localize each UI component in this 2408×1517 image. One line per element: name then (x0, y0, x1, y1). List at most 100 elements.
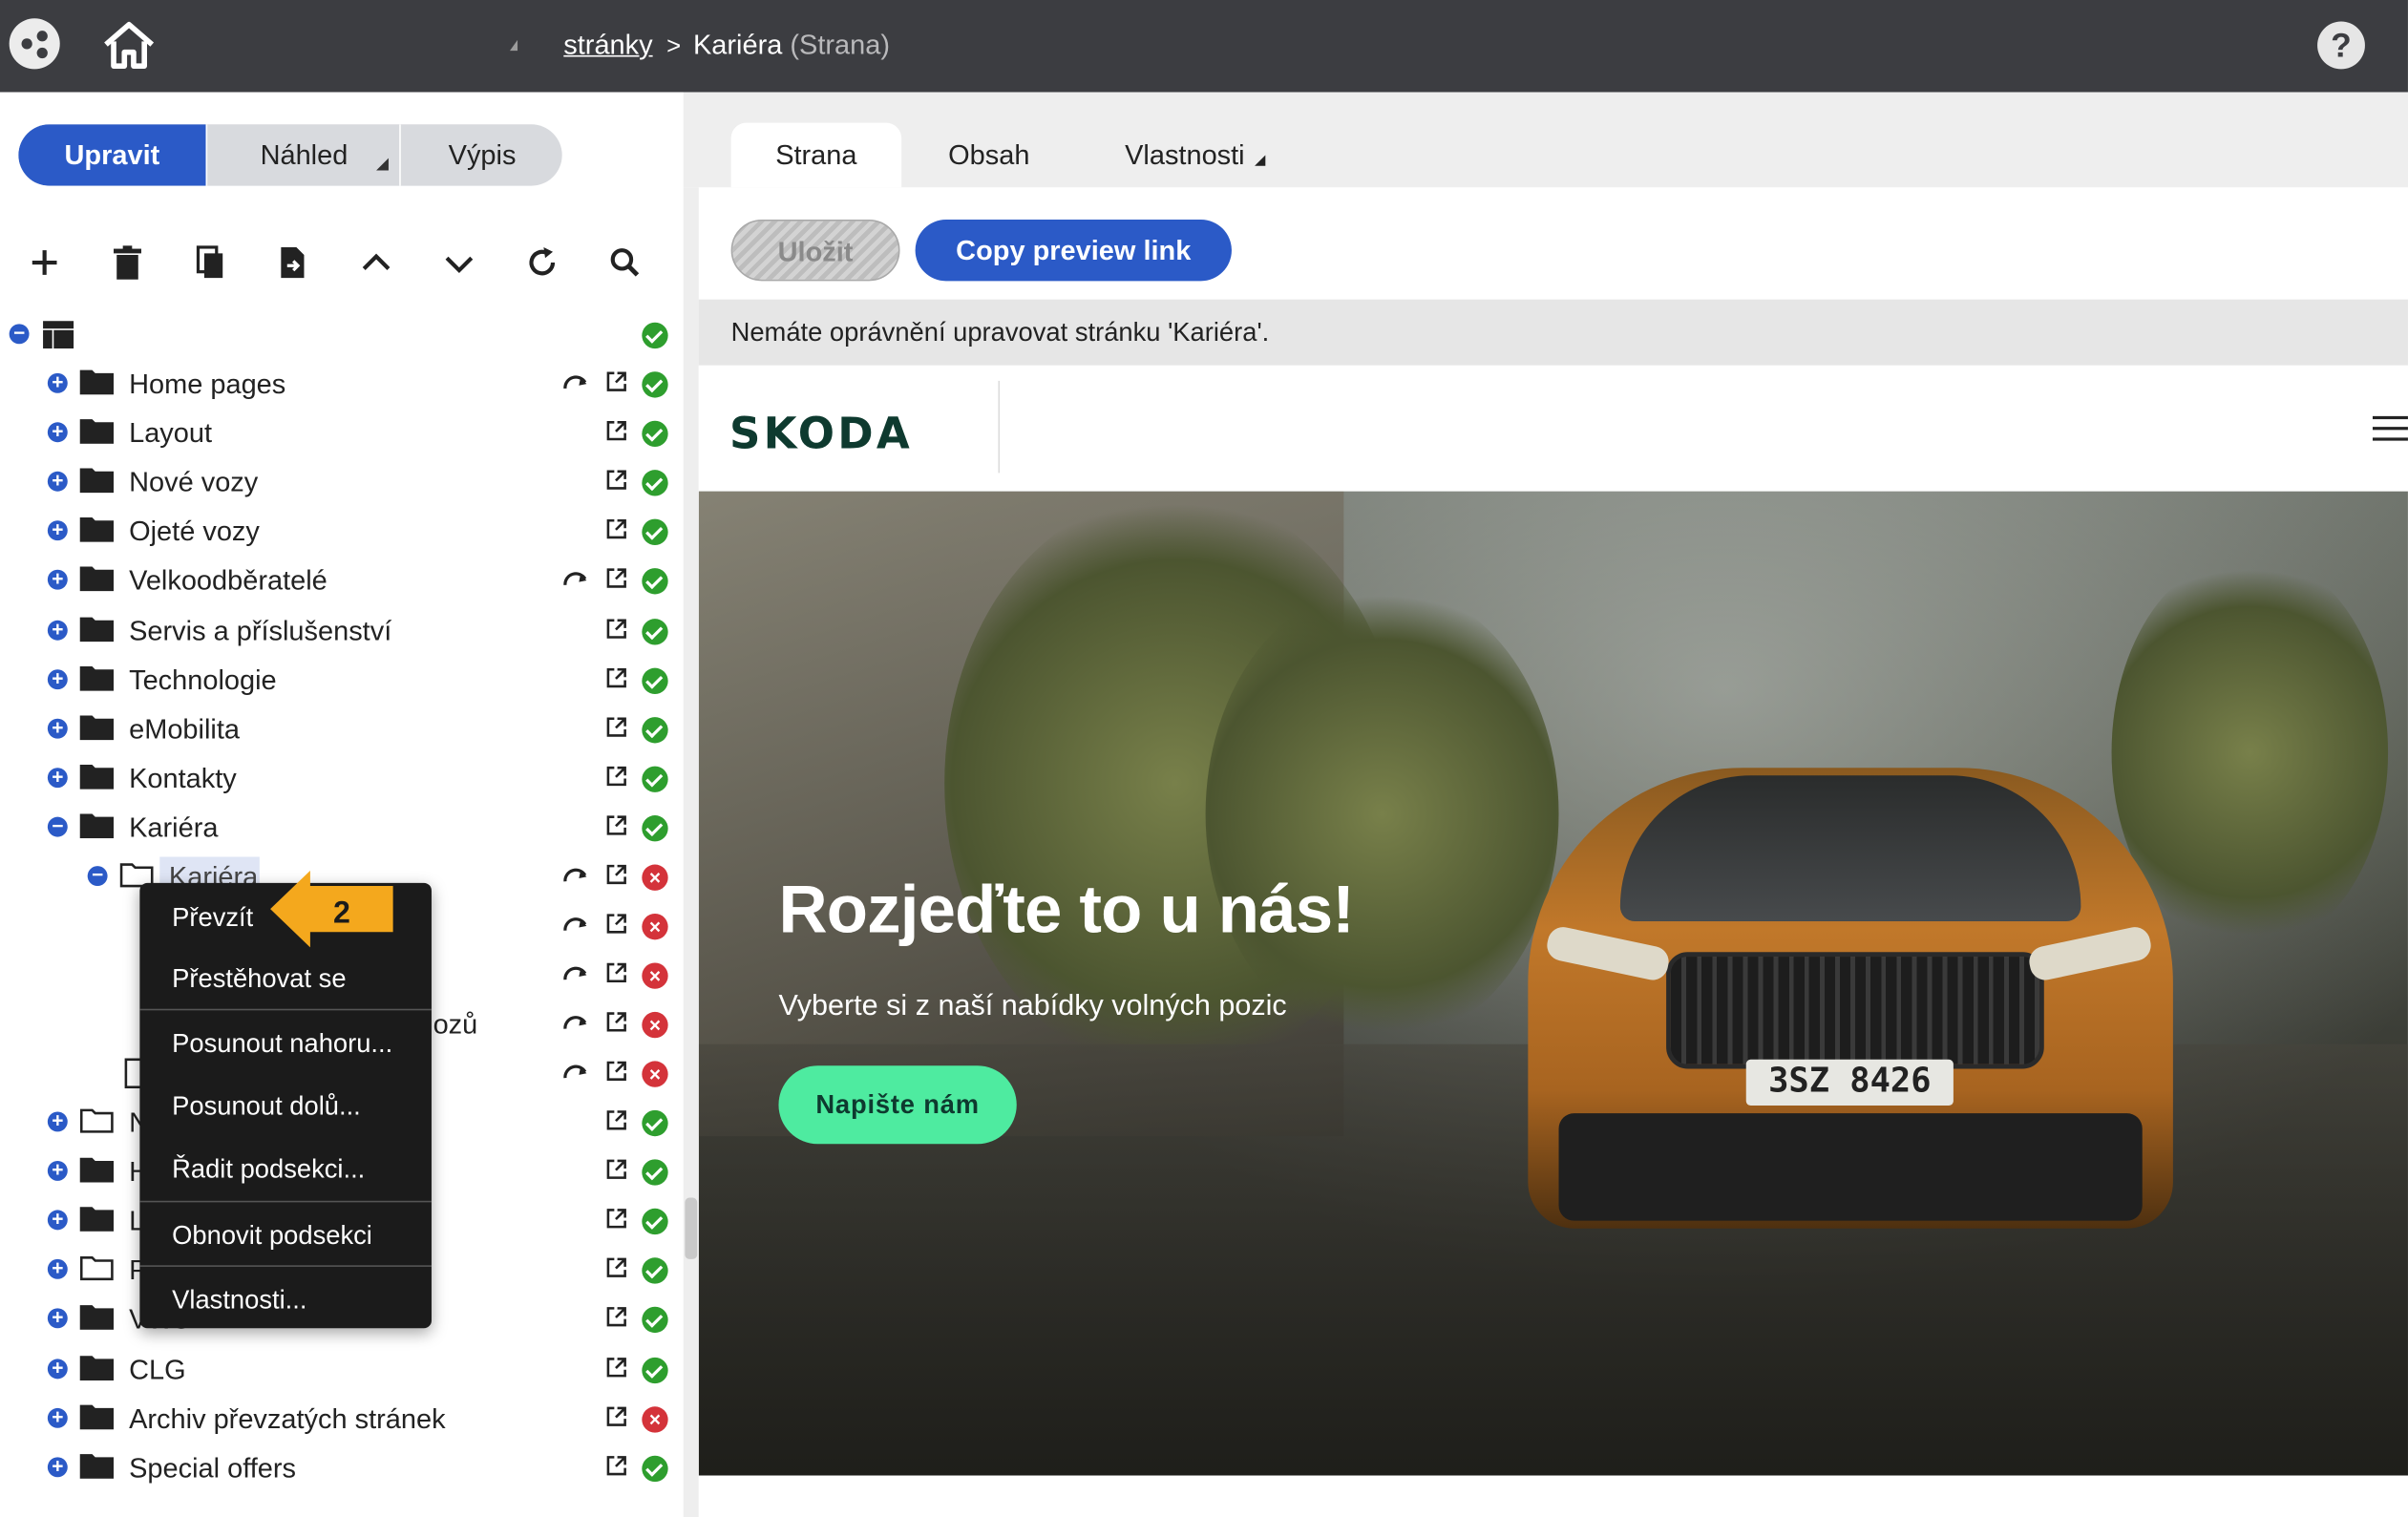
trash-icon[interactable] (109, 242, 146, 283)
copy-icon[interactable] (192, 242, 229, 283)
home-icon[interactable] (101, 18, 157, 71)
external-link-icon[interactable] (605, 813, 628, 836)
tab-properties[interactable]: Vlastnosti (1098, 123, 1292, 188)
tab-page[interactable]: Strana (730, 122, 902, 188)
external-link-icon[interactable] (605, 1356, 628, 1379)
tree-expand-icon[interactable]: + (47, 1209, 68, 1231)
tree-collapse-icon[interactable]: − (47, 815, 68, 837)
car-bumper-image (1558, 1113, 2143, 1221)
tree-collapse-icon[interactable]: − (9, 323, 30, 345)
tree-row[interactable]: + Kontakty (0, 755, 684, 801)
app-logo-icon[interactable] (9, 18, 60, 70)
refresh-icon[interactable] (523, 242, 560, 283)
tree-expand-icon[interactable]: + (47, 667, 68, 689)
chevron-down-icon[interactable] (441, 242, 478, 283)
help-button[interactable]: ? (2317, 21, 2365, 70)
external-link-icon[interactable] (605, 1405, 628, 1428)
external-link-icon[interactable] (605, 1158, 628, 1181)
export-icon[interactable] (275, 242, 312, 283)
status-ok-icon (642, 1357, 668, 1384)
external-link-icon[interactable] (605, 518, 628, 541)
tree-expand-icon[interactable]: + (47, 519, 68, 541)
tree-row[interactable]: + Special offers (0, 1445, 684, 1491)
tree-expand-icon[interactable]: + (47, 766, 68, 788)
context-menu-item-properties[interactable]: Vlastnosti... (139, 1273, 432, 1328)
context-menu-item-sort-subsection[interactable]: Řadit podsekci... (139, 1143, 432, 1198)
tree-row[interactable]: + Home pages (0, 361, 684, 407)
copy-preview-link-button[interactable]: Copy preview link (915, 220, 1232, 282)
tree-expand-icon[interactable]: + (47, 1307, 68, 1329)
folder-icon (79, 567, 115, 592)
external-link-icon[interactable] (605, 665, 628, 688)
tree-collapse-icon[interactable]: − (87, 865, 108, 887)
external-link-icon[interactable] (605, 765, 628, 788)
tree-expand-icon[interactable]: + (47, 470, 68, 492)
tree-child-label-partial: ozů (433, 1008, 478, 1040)
external-link-icon[interactable] (605, 1208, 628, 1231)
external-link-icon[interactable] (605, 419, 628, 442)
tree-row[interactable]: + Velkoodběratelé (0, 558, 684, 603)
external-link-icon[interactable] (605, 469, 628, 492)
mode-edit-button[interactable]: Upravit (18, 124, 206, 186)
external-link-icon[interactable] (605, 1060, 628, 1083)
tree-row[interactable]: + Servis a příslušenství (0, 607, 684, 653)
tree-expand-icon[interactable]: + (47, 371, 68, 393)
context-menu-item-move-down[interactable]: Posunout dolů... (139, 1080, 432, 1135)
chevron-up-icon[interactable] (358, 242, 395, 283)
tree-row[interactable]: + Archiv převzatých stránek × (0, 1396, 684, 1442)
external-link-icon[interactable] (605, 1256, 628, 1279)
status-ok-icon (642, 1307, 668, 1334)
context-menu-item-refresh-subsection[interactable]: Obnovit podsekci (139, 1209, 432, 1264)
tree-row[interactable]: + Nové vozy (0, 459, 684, 505)
mode-preview-button[interactable]: Náhled (205, 124, 401, 186)
skoda-logo[interactable]: SKODA (729, 409, 913, 459)
tree-expand-icon[interactable]: + (47, 1406, 68, 1428)
external-link-icon[interactable] (605, 1010, 628, 1033)
hamburger-menu-icon[interactable] (2372, 410, 2408, 447)
external-link-icon[interactable] (605, 715, 628, 738)
tree-expand-icon[interactable]: + (47, 569, 68, 591)
tree-expand-icon[interactable]: + (47, 1358, 68, 1380)
external-link-icon[interactable] (605, 567, 628, 590)
external-link-icon[interactable] (605, 370, 628, 393)
tree-expand-icon[interactable]: + (47, 1456, 68, 1478)
tree-expand-icon[interactable]: + (47, 1110, 68, 1132)
tree-row[interactable]: + Technologie (0, 657, 684, 703)
contact-us-button[interactable]: Napište nám (778, 1065, 1017, 1145)
plus-icon[interactable] (26, 242, 63, 283)
tree-row[interactable]: + Ojeté vozy (0, 509, 684, 555)
hero-title: Rozjeďte to u nás! (778, 872, 1355, 948)
tree-expand-icon[interactable]: + (47, 1159, 68, 1182)
tree-row[interactable]: + CLG (0, 1347, 684, 1393)
breadcrumb-caret-icon[interactable] (509, 39, 518, 52)
external-link-icon[interactable] (605, 1306, 628, 1329)
tree-root-row[interactable]: − (0, 312, 684, 358)
save-button[interactable]: Uložit (730, 220, 900, 282)
folder-icon (79, 1404, 115, 1430)
context-menu-item-move-up[interactable]: Posunout nahoru... (139, 1017, 432, 1072)
status-ok-icon (642, 618, 668, 644)
redirect-icon (563, 868, 587, 882)
external-link-icon[interactable] (605, 1108, 628, 1131)
breadcrumb-root-link[interactable]: stránky (563, 30, 652, 60)
tree-item-label: Kontakty (129, 763, 237, 794)
tree-expand-icon[interactable]: + (47, 717, 68, 739)
tree-expand-icon[interactable]: + (47, 1258, 68, 1280)
external-link-icon[interactable] (605, 617, 628, 640)
status-ok-icon (642, 1257, 668, 1285)
tree-row[interactable]: − Kariéra (0, 805, 684, 851)
external-link-icon[interactable] (605, 1454, 628, 1477)
external-link-icon[interactable] (605, 863, 628, 886)
tree-row[interactable]: + Layout (0, 411, 684, 456)
external-link-icon[interactable] (605, 961, 628, 984)
panel-resize-handle[interactable] (685, 1197, 698, 1259)
tree-expand-icon[interactable]: + (47, 421, 68, 443)
tree-expand-icon[interactable]: + (47, 618, 68, 640)
search-icon[interactable] (606, 242, 644, 283)
tab-content[interactable]: Obsah (917, 123, 1061, 188)
mode-list-button[interactable]: Výpis (399, 124, 561, 186)
context-menu-item-move[interactable]: Přestěhovat se (139, 952, 432, 1007)
tree-row[interactable]: + eMobilita (0, 706, 684, 751)
folder-outline-icon (79, 1256, 114, 1281)
external-link-icon[interactable] (605, 912, 628, 935)
